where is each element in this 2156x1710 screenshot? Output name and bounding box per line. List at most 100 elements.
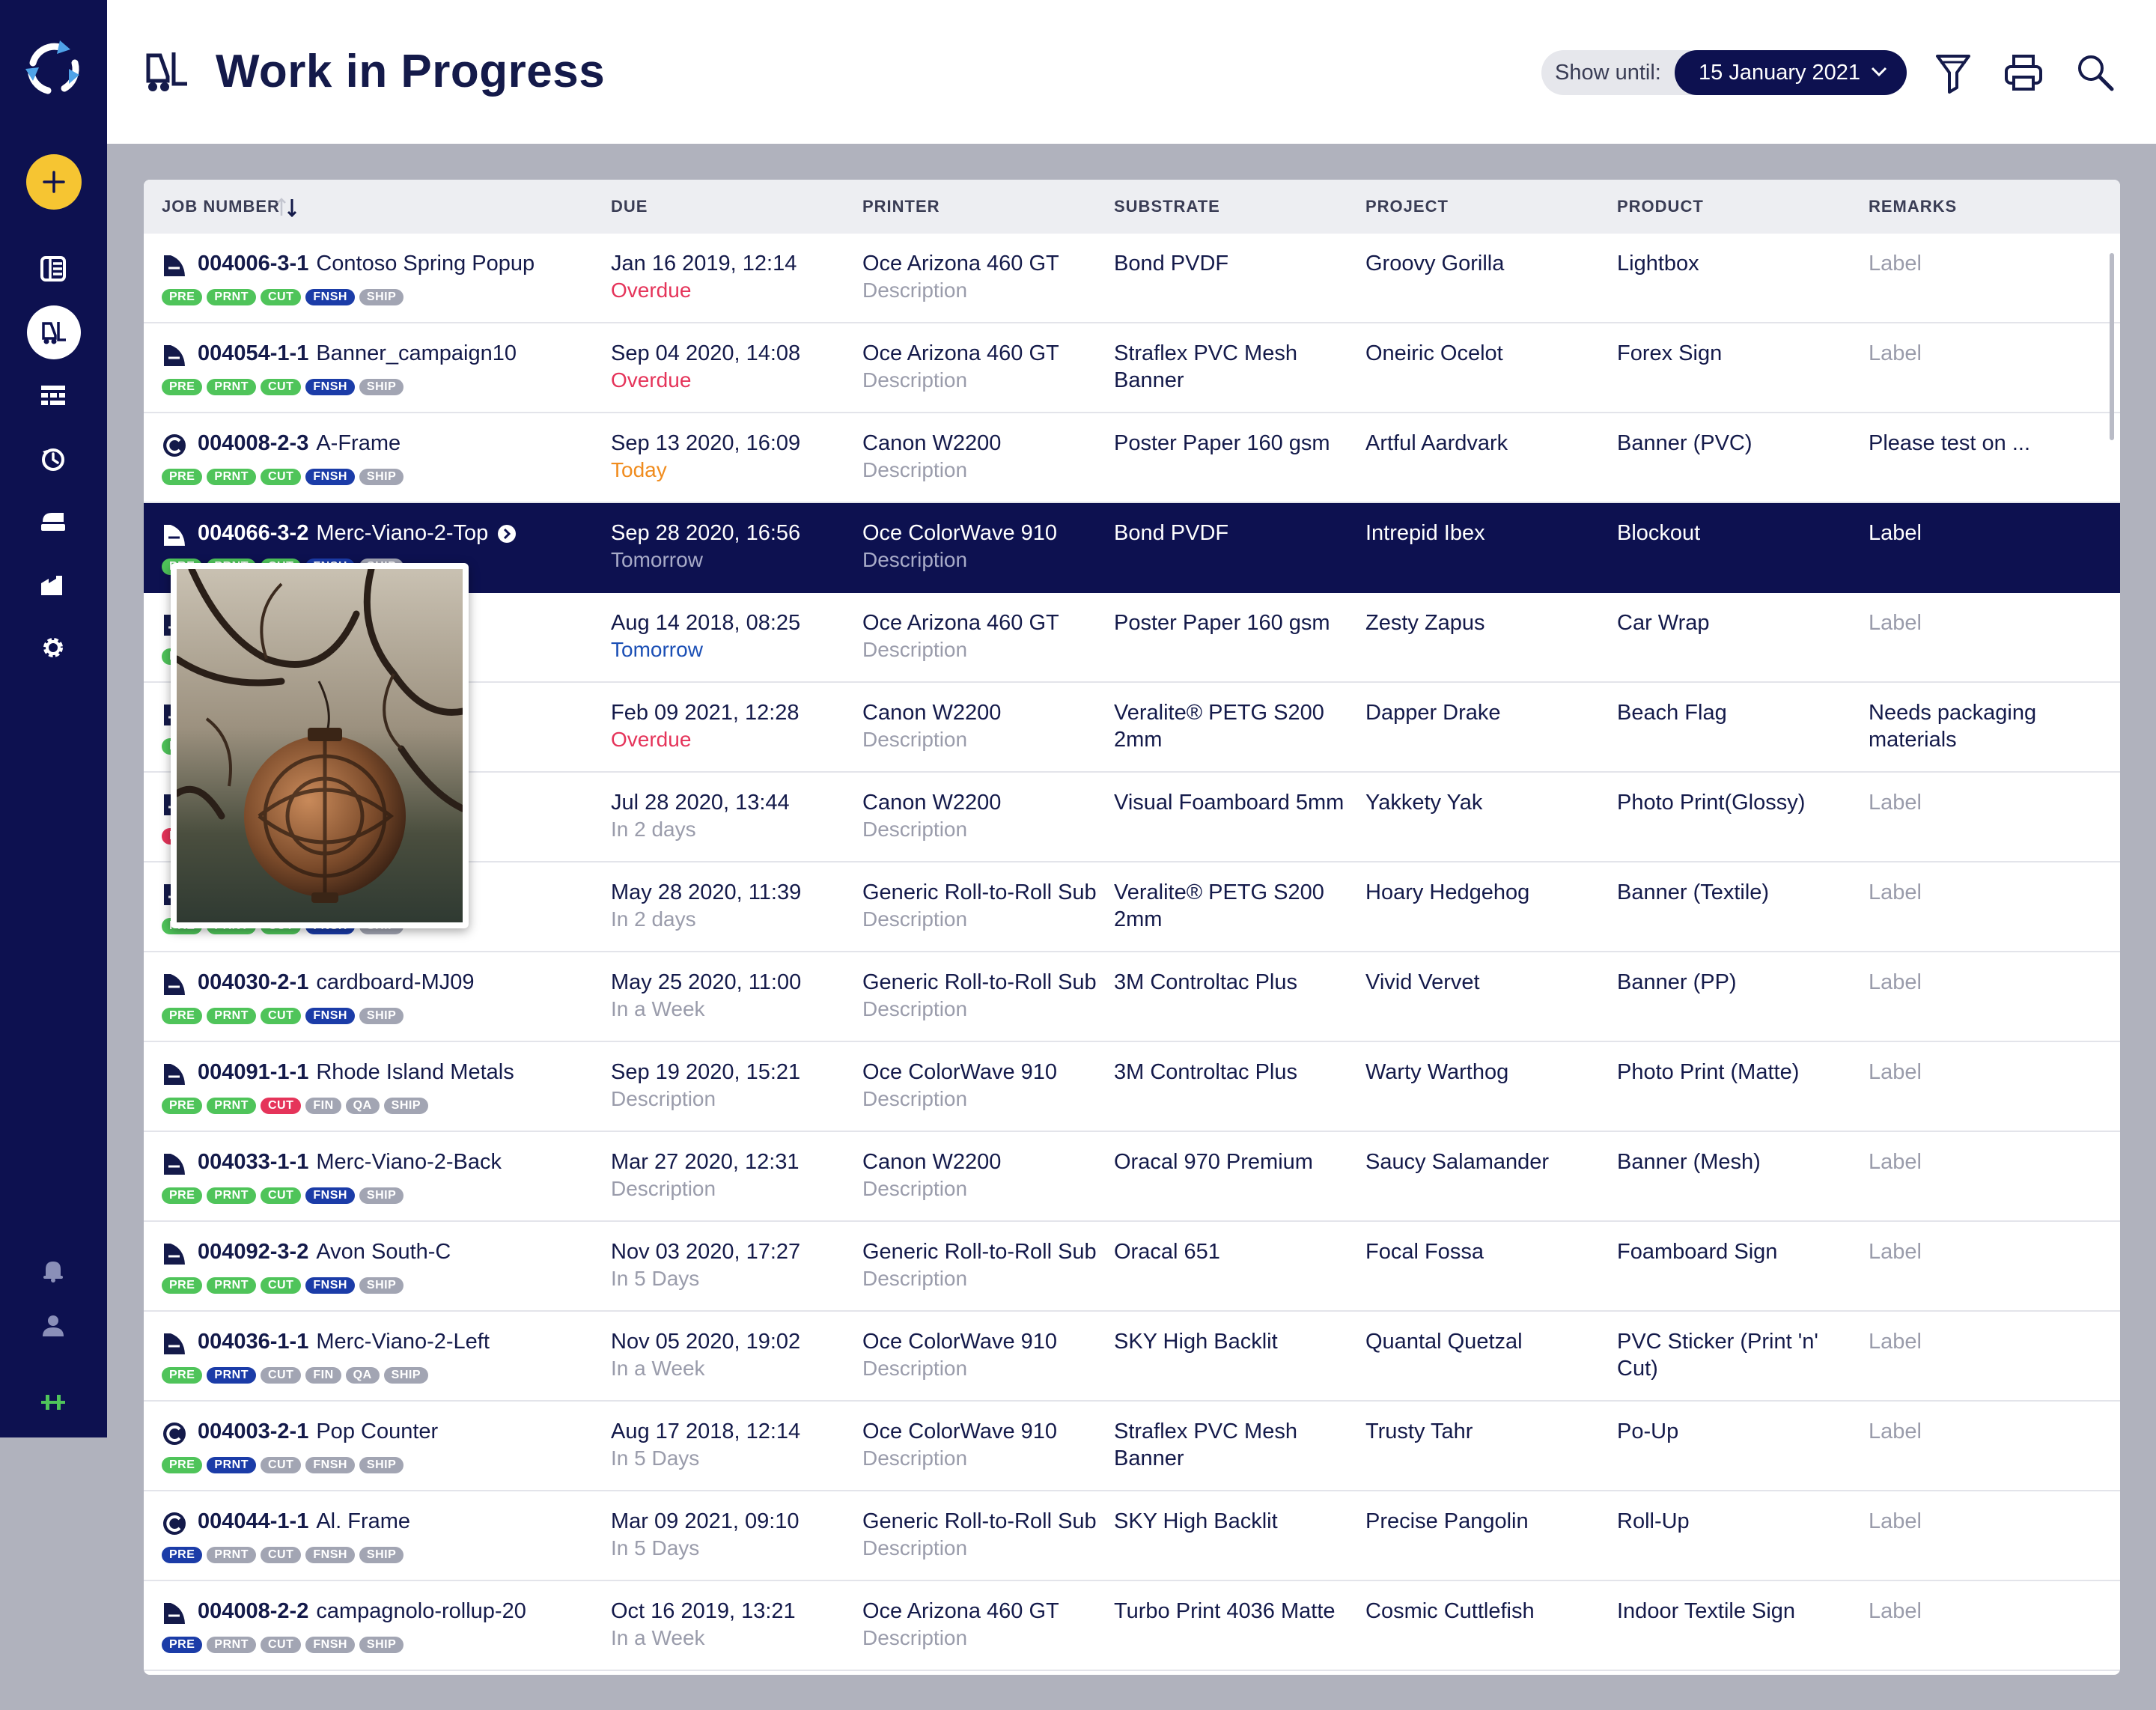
column-job-number[interactable]: JOB NUMBER: [162, 180, 280, 234]
status-tag: SHIP: [359, 1008, 404, 1024]
job-number[interactable]: 004003-2-1 Pop Counter: [198, 1418, 438, 1445]
page-title: Work in Progress: [216, 46, 606, 97]
remarks-cell[interactable]: Label: [1869, 520, 2093, 547]
column-due[interactable]: DUE: [611, 180, 648, 234]
status-tag: PRNT: [207, 1008, 256, 1024]
remarks-cell[interactable]: Label: [1869, 1418, 2093, 1445]
document-icon: [164, 255, 185, 276]
remarks-cell[interactable]: Please test on ...: [1869, 430, 2093, 457]
gear-icon: [43, 638, 63, 657]
status-tag: PRNT: [207, 1277, 256, 1294]
remarks-cell[interactable]: Label: [1869, 340, 2093, 367]
column-product[interactable]: PRODUCT: [1617, 180, 1704, 234]
product-cell: Banner (Mesh): [1617, 1150, 1761, 1174]
scrollbar[interactable]: [2110, 253, 2114, 440]
remarks-cell[interactable]: Label: [1869, 1148, 2093, 1175]
job-number[interactable]: 004030-2-1 cardboard-MJ09: [198, 969, 475, 996]
table-row[interactable]: 004006-3-1 Contoso Spring Popup PRE PRNT CUT…: [144, 234, 2120, 323]
table-row[interactable]: 004091-1-1 Rhode Island Metals PRE PRNT CUT F…: [144, 1042, 2120, 1132]
remarks-cell[interactable]: Label: [1869, 1238, 2093, 1265]
table-row[interactable]: 004033-1-1 Merc-Viano-2-Back PRE PRNT CUT FNS…: [144, 1132, 2120, 1222]
date-dropdown[interactable]: 15 January 2021: [1675, 50, 1907, 95]
job-number[interactable]: 004006-3-1 Contoso Spring Popup: [198, 250, 535, 277]
substrate-cell: Oracal 970 Premium: [1114, 1150, 1313, 1174]
table-row[interactable]: 004044-1-1 Al. Frame PRE PRNT CUT FNSH SHIP Mar…: [144, 1491, 2120, 1581]
remarks-cell[interactable]: Label: [1869, 1328, 2093, 1355]
job-number[interactable]: 004054-1-1 Banner_campaign10: [198, 340, 517, 367]
remarks-cell[interactable]: Label: [1869, 1598, 2093, 1625]
column-printer[interactable]: PRINTER: [862, 180, 940, 234]
sidebar-item-settings[interactable]: [28, 623, 78, 672]
table-row[interactable]: 004036-1-1 Merc-Viano-2-Left PRE PRNT CUT FIN…: [144, 1312, 2120, 1402]
remarks-cell[interactable]: Label: [1869, 1508, 2093, 1535]
printer-cell: Oce Arizona 460 GT Description: [862, 250, 1109, 304]
status-tag: FNSH: [305, 469, 355, 485]
search-button[interactable]: [2073, 48, 2118, 97]
remarks-cell[interactable]: Label: [1869, 609, 2093, 636]
table-row[interactable]: 004008-2-3 A-Frame PRE PRNT CUT FNSH SHIP Sep 1…: [144, 413, 2120, 503]
add-button[interactable]: [26, 154, 82, 210]
table-row[interactable]: 004030-2-1 cardboard-MJ09 PRE PRNT CUT FNSH SH…: [144, 952, 2120, 1042]
status-tags: PREPRNTCUTFNSHSHIP: [162, 1008, 404, 1024]
substrate-cell: Poster Paper 160 gsm: [1114, 431, 1330, 455]
sidebar-item-work-in-progress[interactable]: [27, 305, 81, 359]
printer-icon: [2005, 55, 2042, 91]
job-number[interactable]: 004091-1-1 Rhode Island Metals: [198, 1059, 514, 1086]
table-row[interactable]: 004092-3-2 Avon South-C PRE PRNT CUT FNSH SHIP…: [144, 1222, 2120, 1312]
circle-job-icon: [163, 1512, 186, 1535]
sort-icon[interactable]: [275, 196, 301, 219]
product-cell: Photo Print (Matte): [1617, 1060, 1800, 1084]
status-tag: PRNT: [207, 1098, 256, 1114]
status-tag: PRE: [162, 289, 203, 305]
sidebar-item-list[interactable]: [28, 244, 78, 293]
chevron-right-circle-icon[interactable]: [497, 524, 517, 544]
sidebar-item-production[interactable]: [28, 560, 78, 609]
sidebar-item-notifications[interactable]: [28, 1246, 78, 1295]
product-cell: Foamboard Sign: [1617, 1240, 1778, 1264]
sidebar-item-profile[interactable]: [28, 1301, 78, 1351]
job-name: Al. Frame: [316, 1509, 411, 1533]
job-number[interactable]: 004036-1-1 Merc-Viano-2-Left: [198, 1328, 490, 1355]
project-cell: Intrepid Ibex: [1365, 521, 1485, 545]
printer-cell: Oce ColorWave 910 Description: [862, 1418, 1109, 1472]
job-id: 004006-3-1: [198, 252, 309, 276]
remarks-cell[interactable]: Label: [1869, 1059, 2093, 1086]
status-tag: FNSH: [305, 1547, 355, 1563]
remarks-cell[interactable]: Needs packaging materials: [1869, 699, 2093, 753]
column-project[interactable]: PROJECT: [1365, 180, 1449, 234]
remarks-cell[interactable]: Label: [1869, 789, 2093, 816]
remarks-cell[interactable]: Label: [1869, 879, 2093, 906]
job-number[interactable]: 004092-3-2 Avon South-C: [198, 1238, 451, 1265]
remarks-cell[interactable]: Label: [1869, 250, 2093, 277]
filter-button[interactable]: [1931, 48, 1976, 97]
table-row[interactable]: 004003-2-1 Pop Counter PRE PRNT CUT FNSH SHIP A…: [144, 1402, 2120, 1491]
sidebar-item-history[interactable]: [28, 434, 78, 484]
due-date: Sep 13 2020, 16:09: [611, 431, 801, 455]
sidebar-item-plugins[interactable]: [28, 1378, 78, 1427]
column-substrate[interactable]: SUBSTRATE: [1114, 180, 1220, 234]
printer-name: Oce Arizona 460 GT: [862, 1599, 1059, 1623]
job-number[interactable]: 004044-1-1 Al. Frame: [198, 1508, 410, 1535]
sidebar-item-printers[interactable]: [28, 497, 78, 547]
substrate-cell: Bond PVDF: [1114, 521, 1229, 545]
column-remarks[interactable]: REMARKS: [1869, 180, 1957, 234]
due-status: In 2 days: [611, 907, 696, 931]
due-status: In 5 Days: [611, 1446, 700, 1470]
job-number[interactable]: 004066-3-2 Merc-Viano-2-Top: [198, 520, 517, 547]
printer-name: Generic Roll-to-Roll Sub: [862, 970, 1097, 994]
job-number[interactable]: 004008-2-2 campagnolo-rollup-20: [198, 1598, 526, 1625]
printer-cell: Oce Arizona 460 GT Description: [862, 1598, 1109, 1652]
job-number[interactable]: 004033-1-1 Merc-Viano-2-Back: [198, 1148, 502, 1175]
due-cell: Mar 09 2021, 09:10 In 5 Days: [611, 1508, 850, 1562]
print-button[interactable]: [2001, 48, 2046, 97]
printer-description: Description: [862, 1177, 968, 1200]
due-status: In a Week: [611, 1626, 705, 1649]
app-logo-icon[interactable]: [18, 33, 90, 105]
funnel-icon: [1936, 55, 1970, 94]
table-row[interactable]: 004008-2-2 campagnolo-rollup-20 PRE PRNT CUT…: [144, 1581, 2120, 1671]
table-row[interactable]: 004054-1-1 Banner_campaign10 PRE PRNT CUT FNS…: [144, 323, 2120, 413]
job-number[interactable]: 004008-2-3 A-Frame: [198, 430, 401, 457]
remarks-cell[interactable]: Label: [1869, 969, 2093, 996]
sidebar-item-grid[interactable]: [28, 371, 78, 421]
printer-description: Description: [862, 458, 968, 481]
